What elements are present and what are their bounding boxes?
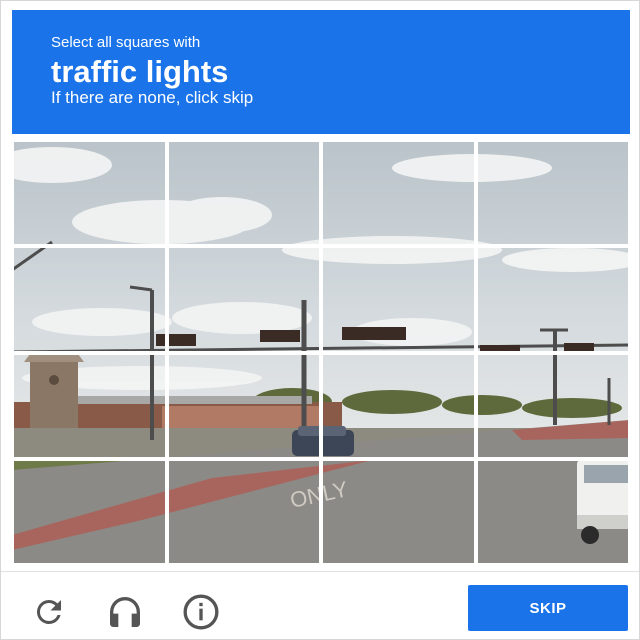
tile-4-1[interactable] (12, 458, 167, 565)
tile-2-4[interactable] (475, 246, 630, 353)
hint-text: If there are none, click skip (51, 88, 254, 107)
tile-2-1[interactable] (12, 246, 167, 353)
tile-2-2[interactable] (166, 246, 321, 353)
tile-2-3[interactable] (321, 246, 476, 353)
tile-3-2[interactable] (166, 352, 321, 459)
reload-icon (36, 600, 61, 624)
captcha-footer: SKIP (1, 571, 639, 640)
tile-4-2[interactable] (166, 458, 321, 565)
tile-3-4[interactable] (475, 352, 630, 459)
tile-3-3[interactable] (321, 352, 476, 459)
instruction-text: Select all squares with (51, 34, 201, 51)
skip-button[interactable]: SKIP (468, 585, 628, 631)
tile-1-1[interactable] (12, 140, 167, 247)
audio-challenge-button[interactable] (105, 592, 145, 632)
captcha-header: Select all squares with traffic lights I… (12, 10, 630, 134)
tile-1-4[interactable] (475, 140, 630, 247)
tile-1-2[interactable] (166, 140, 321, 247)
help-button[interactable] (181, 592, 221, 632)
image-grid: ONLY (12, 140, 630, 565)
headphones-icon (110, 597, 140, 627)
target-label: traffic lights (51, 54, 229, 89)
tile-4-3[interactable] (321, 458, 476, 565)
tile-1-3[interactable] (321, 140, 476, 247)
reload-button[interactable] (29, 592, 69, 632)
info-icon (183, 594, 219, 630)
tile-4-4[interactable] (475, 458, 630, 565)
tile-grid (12, 140, 630, 565)
tile-3-1[interactable] (12, 352, 167, 459)
captcha-frame: Select all squares with traffic lights I… (0, 0, 640, 640)
